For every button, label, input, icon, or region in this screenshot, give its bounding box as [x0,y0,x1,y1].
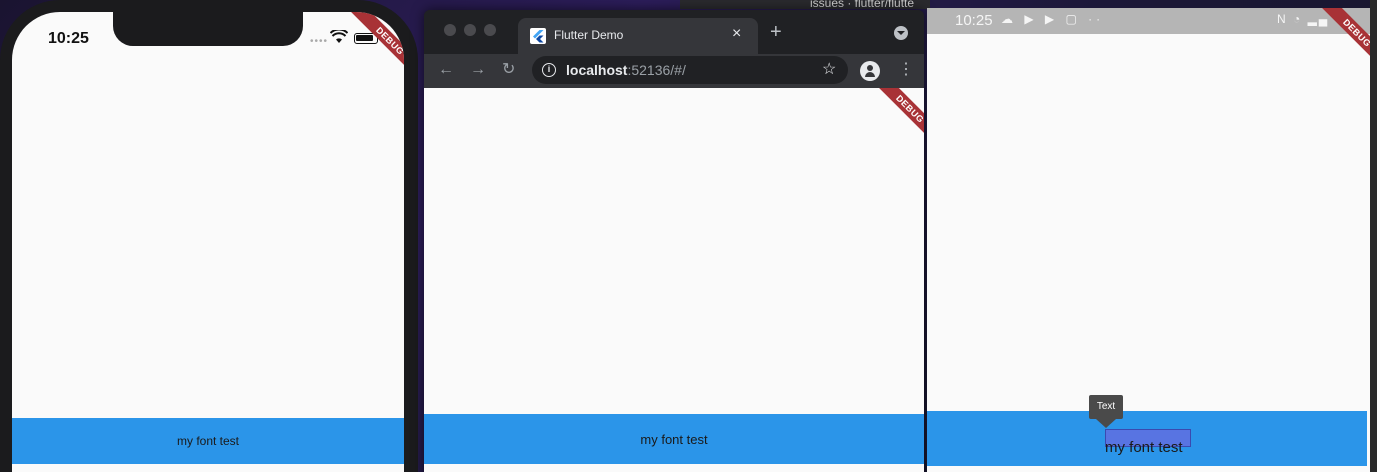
ios-status-time: 10:25 [48,30,89,47]
android-status-time: 10:25 [955,12,993,29]
background-window-title: issues · flutter/flutte [810,0,915,10]
ios-simulator: 10:25 •••• DEBUG my font test [0,0,418,472]
wifi-icon [330,30,348,43]
menu-icon[interactable]: ⋮ [898,60,914,80]
tab-flutter-demo[interactable]: Flutter Demo × [518,18,758,54]
debug-banner: DEBUG [342,12,404,89]
background-window-edge [1370,0,1377,472]
tab-title: Flutter Demo [554,28,624,42]
debug-banner: DEBUG [862,88,924,157]
chrome-toolbar: ← → ↻ i localhost:52136/#/ ☆ ⋮ [424,54,924,88]
chrome-page-content: DEBUG my font test [424,88,924,472]
back-button[interactable]: ← [438,60,454,80]
android-system-icons: N ◔ ▂▄ [1277,12,1330,26]
android-status-bar: 10:25 ☁ ▶ ▶ ▢ ·· N ◔ ▂▄ [927,8,1370,34]
url-host: localhost [566,62,628,78]
profile-icon[interactable] [860,61,880,81]
url-path: :52136/#/ [627,62,686,78]
window-zoom-button[interactable] [484,24,496,36]
tab-close-button[interactable]: × [732,25,741,43]
android-bar-text[interactable]: my font test [1105,439,1183,456]
address-bar[interactable]: i localhost:52136/#/ ☆ [532,56,848,84]
web-bar-text: my font test [640,431,708,447]
web-bottom-bar: my font test [424,414,924,464]
chrome-tabstrip: Flutter Demo × + [424,10,924,54]
info-icon[interactable]: i [542,63,556,77]
forward-button[interactable]: → [470,60,486,80]
ios-screen: 10:25 •••• DEBUG my font test [12,12,404,472]
tab-search-icon[interactable] [894,26,908,40]
chrome-window: Flutter Demo × + ← → ↻ i localhost:52136… [424,10,924,472]
background-window: issues · flutter/flutte [680,0,930,10]
android-notification-icons: ☁ ▶ ▶ ▢ ·· [1001,12,1105,26]
url-text[interactable]: localhost:52136/#/ [566,62,686,78]
window-close-button[interactable] [444,24,456,36]
ios-notch [113,12,303,46]
flutter-favicon [530,28,546,44]
android-emulator: 10:25 ☁ ▶ ▶ ▢ ·· N ◔ ▂▄ DEBUG my font te… [927,8,1370,472]
text-tooltip: Text [1089,395,1123,428]
ios-bottom-bar: my font test [12,418,404,464]
ios-bar-text: my font test [176,434,240,448]
star-icon[interactable]: ☆ [822,59,836,79]
android-bottom-bar: my font test [927,411,1367,466]
ios-signal-icon: •••• [310,36,329,47]
new-tab-button[interactable]: + [770,22,782,42]
reload-button[interactable]: ↻ [502,60,515,80]
window-minimize-button[interactable] [464,24,476,36]
